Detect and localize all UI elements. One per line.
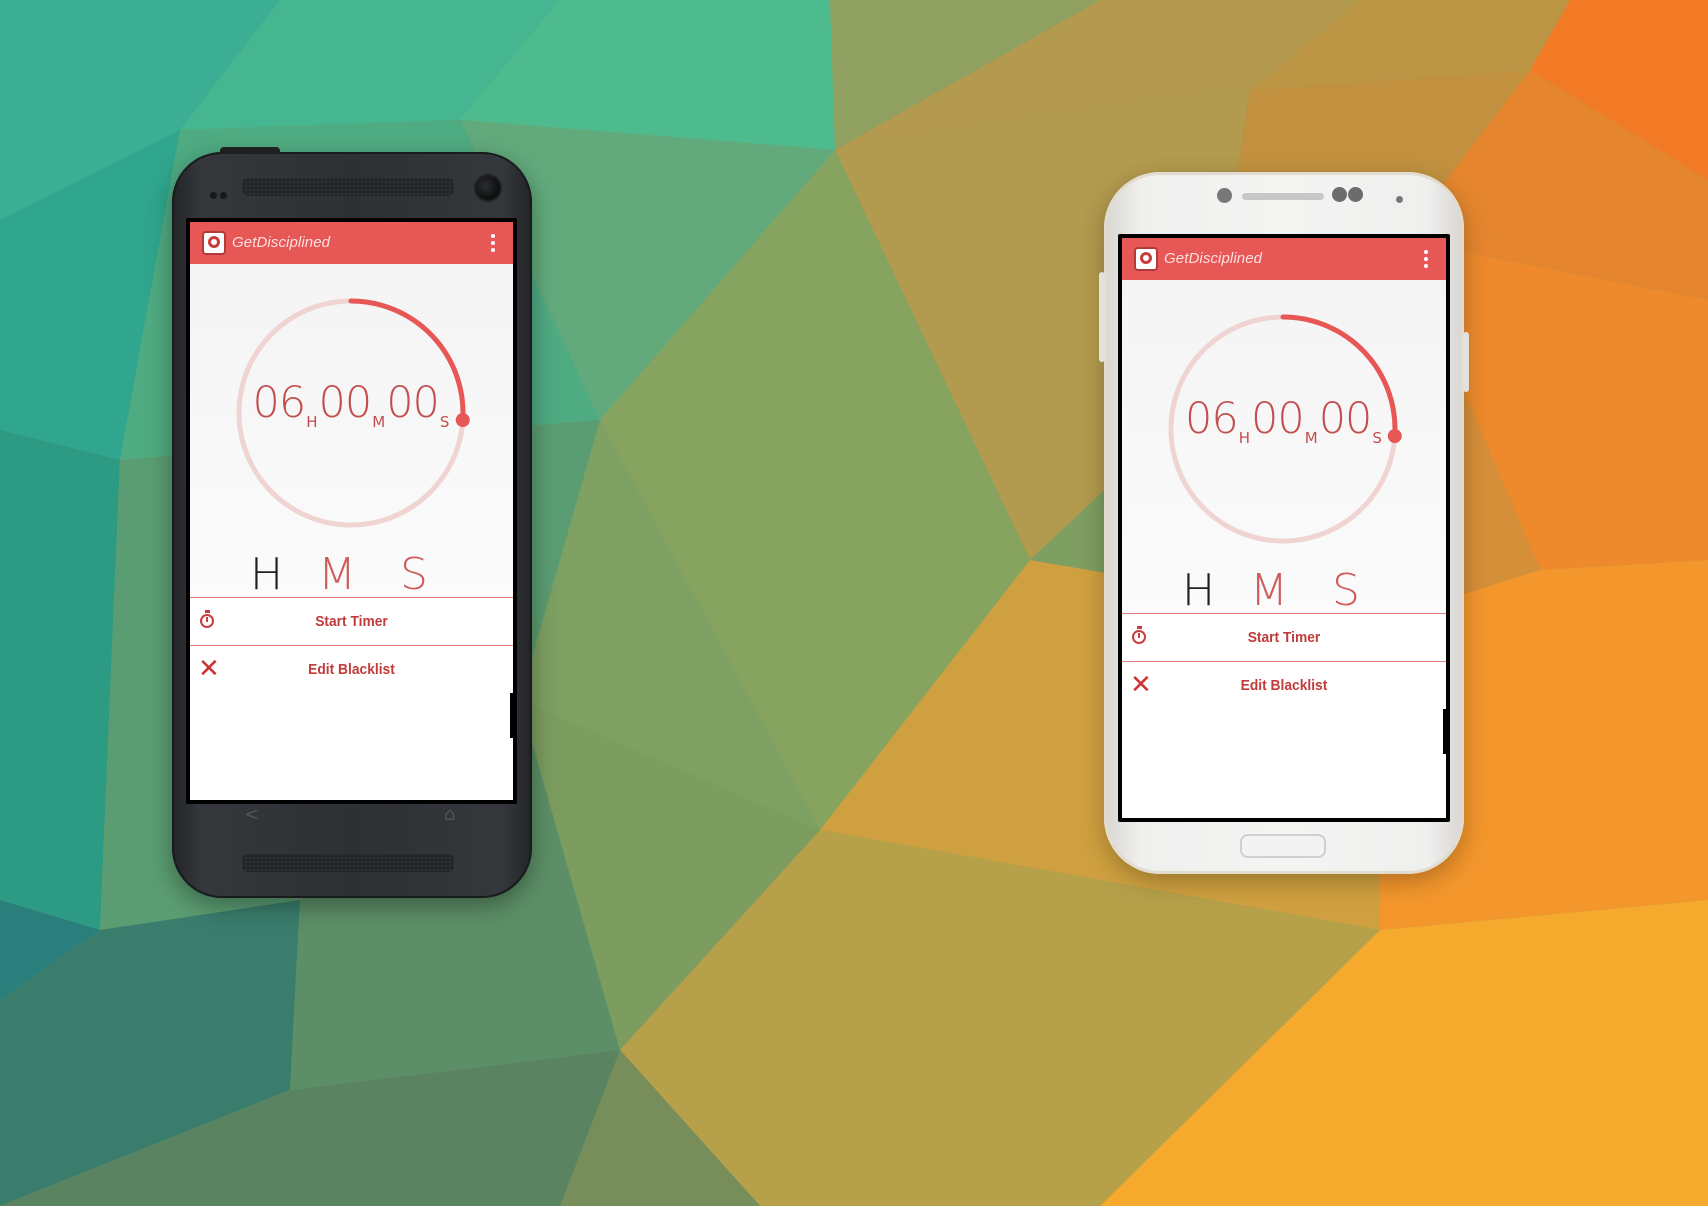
- overflow-menu-icon[interactable]: [1424, 250, 1428, 268]
- minutes-unit: M: [372, 412, 386, 431]
- edit-blacklist-button[interactable]: ✕ Edit Blacklist: [190, 645, 513, 693]
- select-seconds-button[interactable]: S: [400, 549, 428, 600]
- time-readout: 06H00M00S: [1122, 394, 1446, 447]
- proximity-sensor: [1217, 188, 1232, 203]
- screen-edge: [1443, 709, 1446, 754]
- app-logo-icon: [202, 231, 226, 255]
- unit-selector: H M S: [1122, 565, 1446, 616]
- select-minutes-button[interactable]: M: [1250, 565, 1288, 616]
- select-minutes-button[interactable]: M: [318, 549, 356, 600]
- seconds-value: 00: [386, 378, 440, 428]
- earpiece-speaker: [1242, 193, 1324, 200]
- timer-area: 06H00M00S H M S: [1122, 280, 1446, 616]
- hours-value: 06: [252, 378, 307, 428]
- top-speaker-grille: [242, 178, 454, 196]
- seconds-unit: S: [439, 412, 450, 431]
- app-title: GetDisciplined: [1164, 250, 1263, 267]
- screen-edge: [510, 693, 513, 738]
- select-seconds-button[interactable]: S: [1332, 565, 1360, 616]
- bottom-speaker-grille: [242, 854, 454, 872]
- app-bar: GetDisciplined: [190, 222, 513, 264]
- hours-unit: H: [306, 412, 318, 431]
- start-timer-label: Start Timer: [1247, 629, 1321, 646]
- seconds-unit: S: [1372, 428, 1382, 447]
- volume-button: [1099, 272, 1105, 362]
- front-camera-icon: [1332, 187, 1364, 207]
- back-nav-icon[interactable]: <: [244, 804, 259, 825]
- start-timer-button[interactable]: Start Timer: [190, 597, 513, 645]
- sensor-dots: [210, 186, 230, 204]
- unit-selector: H M S: [190, 549, 513, 600]
- minutes-unit: M: [1304, 428, 1318, 447]
- light-phone-mockup: GetDisciplined 06H00M00S H M S Start Tim…: [1099, 172, 1469, 874]
- overflow-menu-icon[interactable]: [491, 234, 495, 252]
- screen-empty-area: [190, 693, 513, 800]
- edit-blacklist-button[interactable]: ✕ Edit Blacklist: [1122, 661, 1446, 709]
- edit-blacklist-label: Edit Blacklist: [308, 661, 395, 678]
- select-hours-button[interactable]: H: [250, 549, 283, 600]
- screen-empty-area: [1122, 709, 1446, 818]
- notification-led: [1396, 196, 1403, 203]
- dark-phone-mockup: GetDisciplined 06H00M00S H M S Start Tim…: [172, 147, 532, 898]
- timer-area: 06H00M00S H M S: [190, 264, 513, 600]
- start-timer-button[interactable]: Start Timer: [1122, 613, 1446, 661]
- power-button: [220, 147, 280, 154]
- minutes-value: 00: [318, 378, 373, 428]
- app-title: GetDisciplined: [232, 234, 331, 251]
- start-timer-label: Start Timer: [315, 613, 388, 630]
- home-button[interactable]: [1240, 834, 1326, 858]
- minutes-value: 00: [1251, 394, 1305, 444]
- app-bar: GetDisciplined: [1122, 238, 1446, 280]
- time-readout: 06H00M00S: [190, 378, 513, 431]
- app-screen: GetDisciplined 06H00M00S H M S Start Tim…: [190, 222, 513, 800]
- select-hours-button[interactable]: H: [1182, 565, 1215, 616]
- hours-value: 06: [1185, 394, 1239, 444]
- seconds-value: 00: [1318, 394, 1373, 444]
- app-screen: GetDisciplined 06H00M00S H M S Start Tim…: [1122, 238, 1446, 818]
- front-camera-icon: [476, 176, 500, 200]
- app-logo-icon: [1134, 247, 1158, 271]
- hours-unit: H: [1238, 428, 1251, 447]
- edit-blacklist-label: Edit Blacklist: [1240, 677, 1328, 694]
- power-button: [1463, 332, 1469, 392]
- home-nav-icon[interactable]: ⌂: [444, 804, 455, 825]
